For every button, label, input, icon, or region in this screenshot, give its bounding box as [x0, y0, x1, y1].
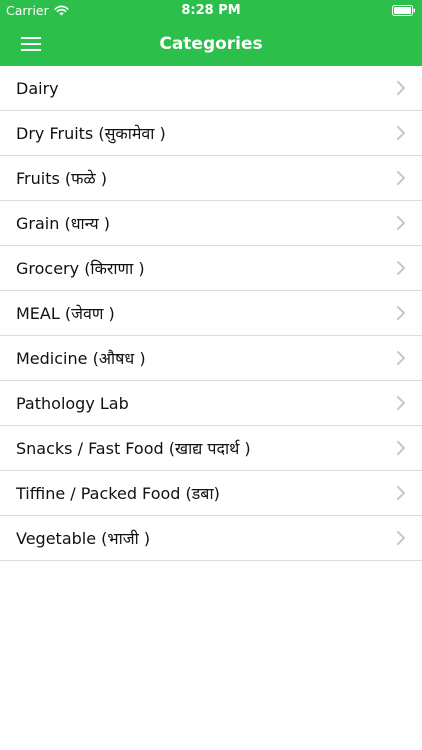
chevron-right-icon — [396, 305, 406, 321]
category-row-medicine[interactable]: Medicine (औषध ) — [0, 336, 422, 381]
category-list: Dairy Dry Fruits (सुकामेवा ) Fruits (फळे… — [0, 66, 422, 561]
chevron-right-icon — [396, 350, 406, 366]
category-label: Dry Fruits (सुकामेवा ) — [16, 124, 166, 143]
category-row-dry-fruits[interactable]: Dry Fruits (सुकामेवा ) — [0, 111, 422, 156]
category-label: Tiffine / Packed Food (डबा) — [16, 484, 220, 503]
navigation-bar: Categories — [0, 22, 422, 66]
category-row-fruits[interactable]: Fruits (फळे ) — [0, 156, 422, 201]
category-label: Fruits (फळे ) — [16, 169, 107, 188]
battery-full-icon — [392, 5, 415, 16]
chevron-right-icon — [396, 80, 406, 96]
chevron-right-icon — [396, 440, 406, 456]
chevron-right-icon — [396, 125, 406, 141]
category-row-snacks[interactable]: Snacks / Fast Food (खाद्य पदार्थ ) — [0, 426, 422, 471]
category-row-tiffine[interactable]: Tiffine / Packed Food (डबा) — [0, 471, 422, 516]
category-row-grain[interactable]: Grain (धान्य ) — [0, 201, 422, 246]
chevron-right-icon — [396, 530, 406, 546]
category-label: Snacks / Fast Food (खाद्य पदार्थ ) — [16, 439, 251, 458]
category-label: MEAL (जेवण ) — [16, 304, 115, 323]
category-label: Pathology Lab — [16, 393, 129, 413]
category-label: Medicine (औषध ) — [16, 349, 146, 368]
chevron-right-icon — [396, 215, 406, 231]
category-row-grocery[interactable]: Grocery (किराणा ) — [0, 246, 422, 291]
chevron-right-icon — [396, 395, 406, 411]
hamburger-menu-icon — [21, 37, 41, 51]
chevron-right-icon — [396, 170, 406, 186]
category-row-pathology-lab[interactable]: Pathology Lab — [0, 381, 422, 426]
header: Carrier 8:28 PM Categories — [0, 0, 422, 66]
category-row-dairy[interactable]: Dairy — [0, 66, 422, 111]
chevron-right-icon — [396, 260, 406, 276]
hamburger-menu-button[interactable] — [14, 30, 48, 58]
category-row-vegetable[interactable]: Vegetable (भाजी ) — [0, 516, 422, 561]
chevron-right-icon — [396, 485, 406, 501]
category-label: Grain (धान्य ) — [16, 214, 111, 233]
category-row-meal[interactable]: MEAL (जेवण ) — [0, 291, 422, 336]
category-label: Dairy — [16, 78, 59, 98]
page-title: Categories — [159, 34, 263, 54]
status-bar: Carrier 8:28 PM — [0, 0, 422, 22]
category-label: Grocery (किराणा ) — [16, 259, 145, 278]
category-label: Vegetable (भाजी ) — [16, 529, 151, 548]
status-time: 8:28 PM — [181, 3, 241, 18]
